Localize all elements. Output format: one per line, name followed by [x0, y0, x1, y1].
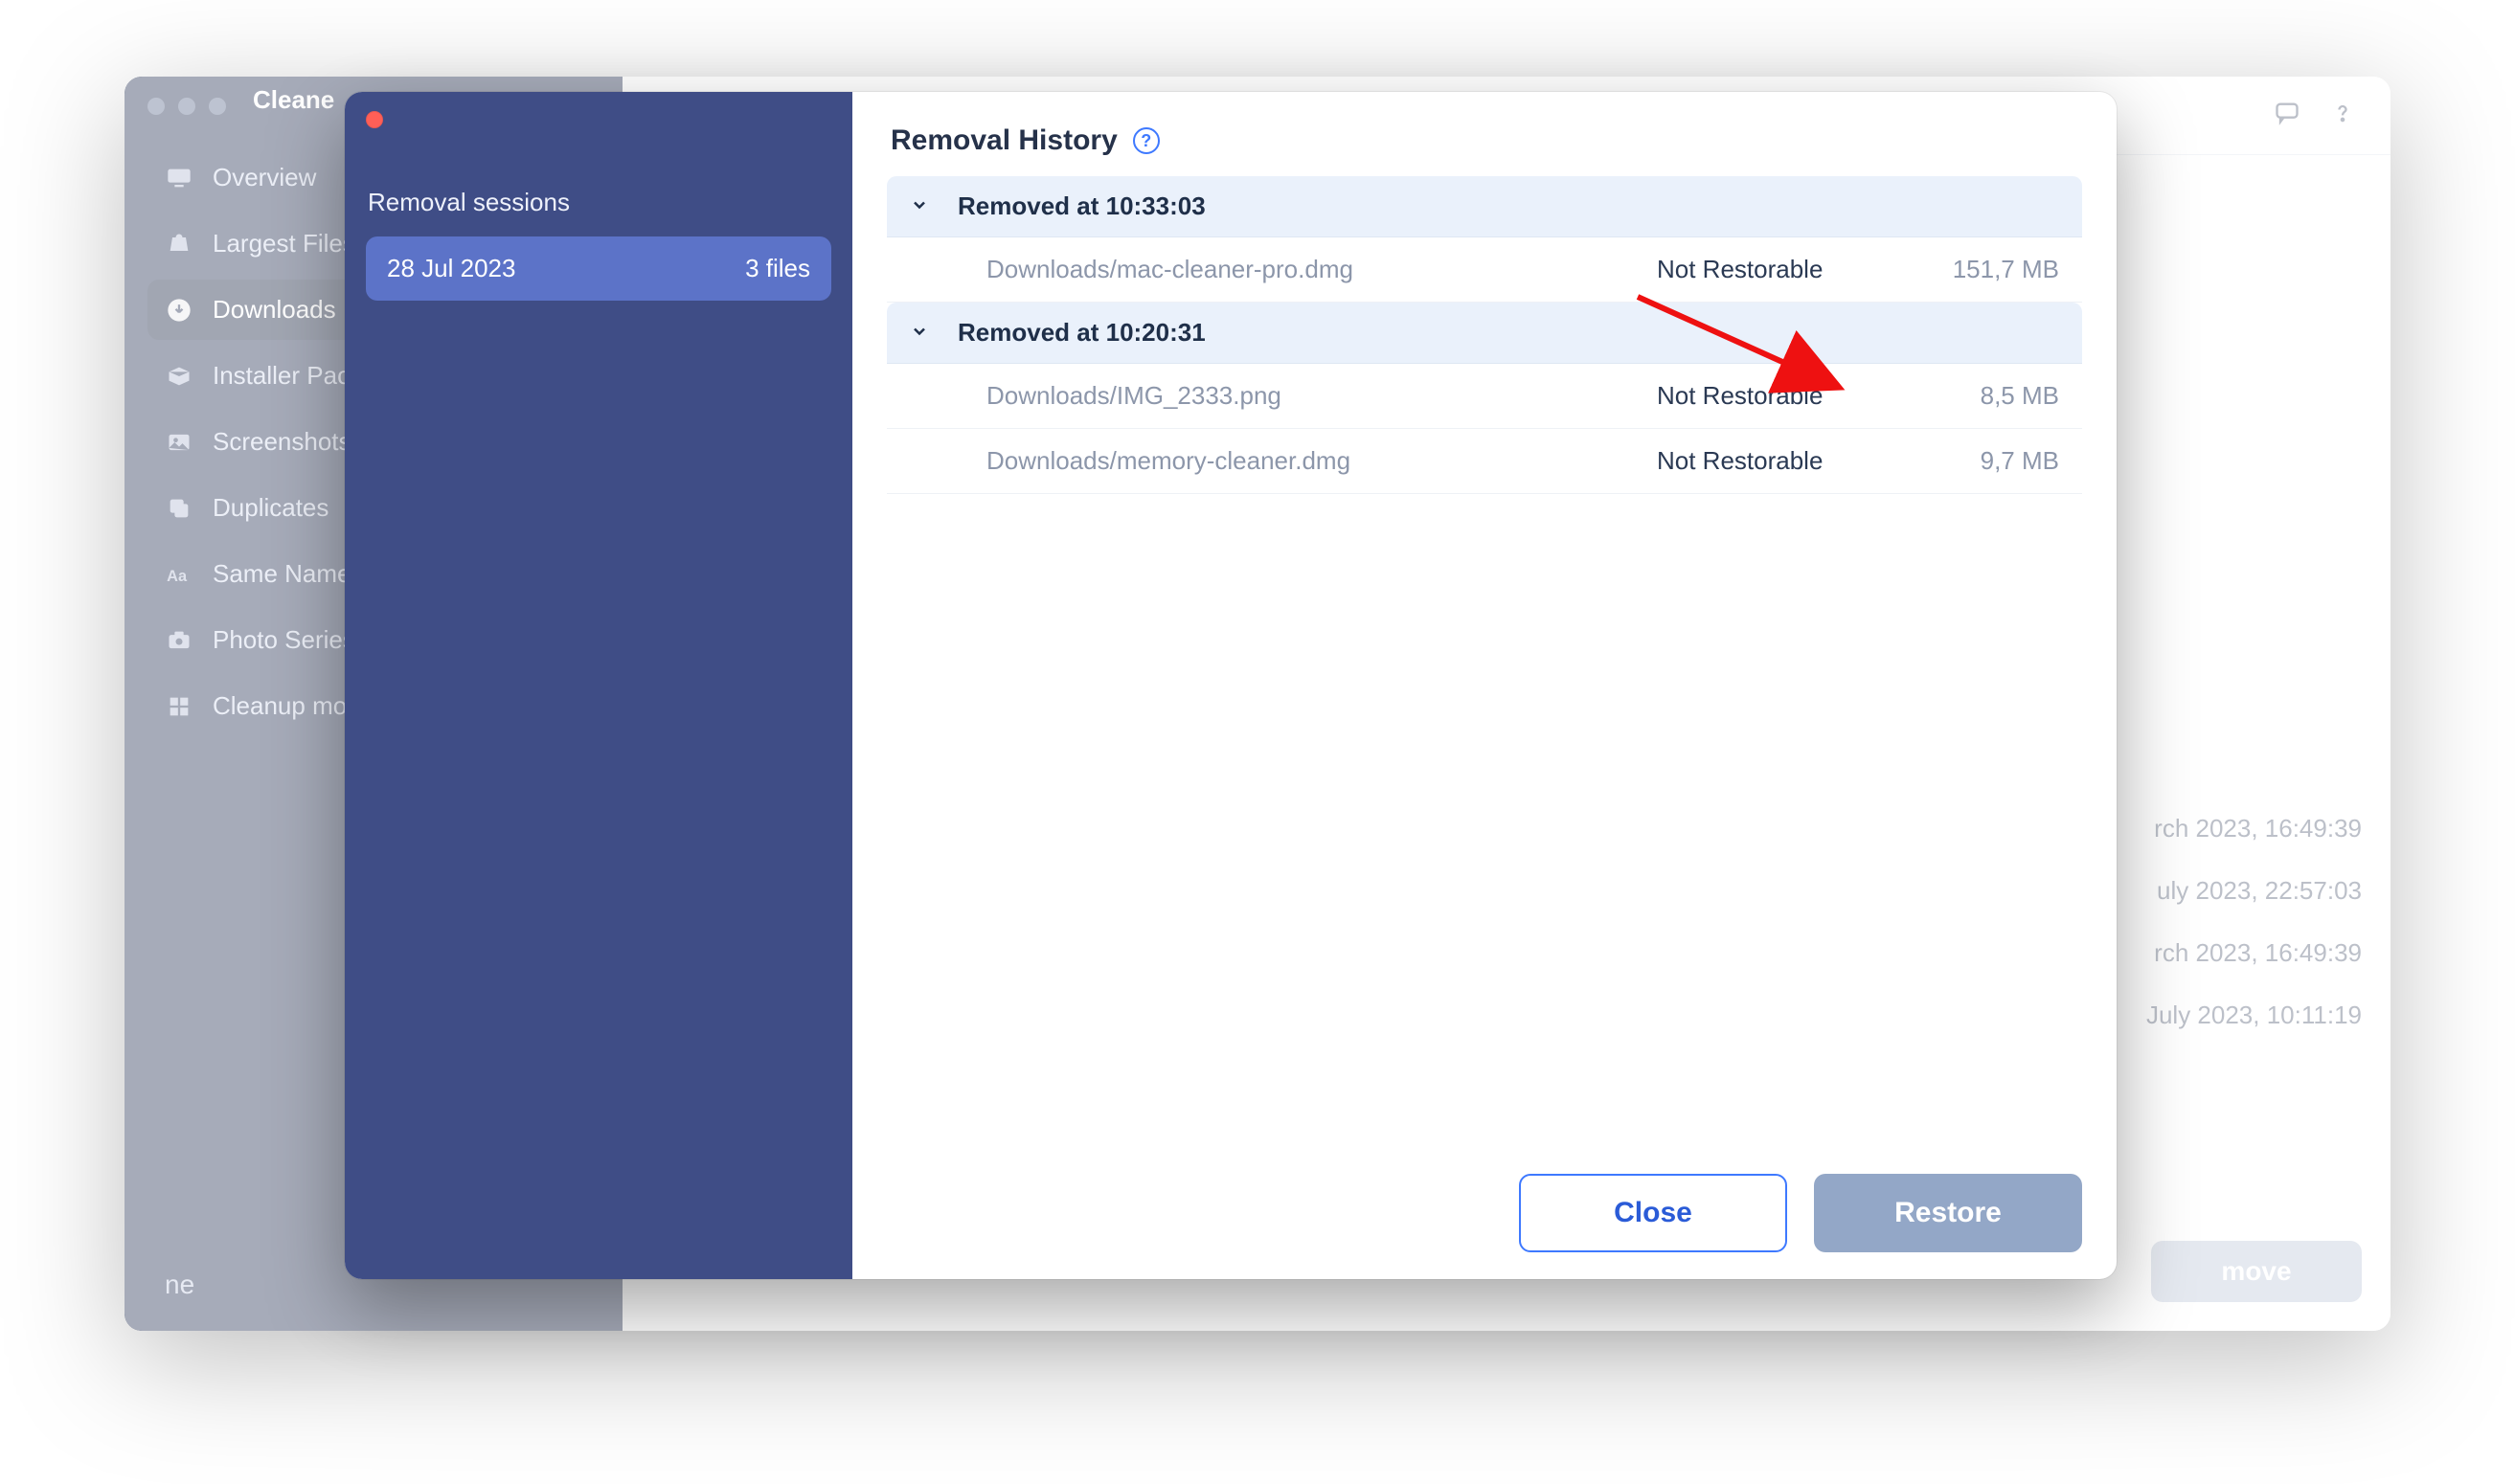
- image-icon: [165, 428, 193, 457]
- timestamp: July 2023, 10:11:19: [2146, 1001, 2362, 1030]
- download-icon: [165, 296, 193, 325]
- timestamp: rch 2023, 16:49:39: [2154, 814, 2362, 843]
- removal-history-modal: Removal sessions 28 Jul 2023 3 files Rem…: [345, 92, 2117, 1279]
- sidebar-item-label: Downloads: [213, 295, 336, 325]
- file-size: 151,7 MB: [1906, 255, 2059, 284]
- timestamp: rch 2023, 16:49:39: [2154, 938, 2362, 968]
- traffic-max-icon[interactable]: [209, 98, 226, 115]
- grid-icon: [165, 692, 193, 721]
- sidebar-item-label: Largest Files: [213, 229, 355, 259]
- restore-button[interactable]: Restore: [1814, 1174, 2082, 1252]
- group-label: Removed at 10:20:31: [958, 318, 1206, 348]
- removal-row[interactable]: Downloads/memory-cleaner.dmg Not Restora…: [887, 429, 2082, 494]
- remove-label: move: [2221, 1256, 2291, 1287]
- remove-button[interactable]: move: [2151, 1241, 2362, 1302]
- removal-row[interactable]: Downloads/mac-cleaner-pro.dmg Not Restor…: [887, 237, 2082, 303]
- camera-icon: [165, 626, 193, 655]
- help-icon[interactable]: [2329, 100, 2356, 131]
- file-path: Downloads/memory-cleaner.dmg: [986, 446, 1657, 476]
- modal-sidebar: Removal sessions 28 Jul 2023 3 files: [345, 92, 852, 1279]
- sidebar-item-label: Same Name: [213, 559, 351, 589]
- close-label: Close: [1614, 1197, 1692, 1229]
- chevron-down-icon: [910, 318, 929, 348]
- sidebar-item-label: Photo Series: [213, 625, 355, 655]
- close-icon[interactable]: [366, 111, 383, 128]
- back-file-timestamps: rch 2023, 16:49:39 uly 2023, 22:57:03 rc…: [2146, 814, 2362, 1030]
- weight-icon: [165, 230, 193, 259]
- removal-row[interactable]: Downloads/IMG_2333.png Not Restorable 8,…: [887, 364, 2082, 429]
- modal-header: Removal History ?: [852, 92, 2117, 176]
- removal-group-header[interactable]: Removed at 10:20:31: [887, 303, 2082, 364]
- sidebar-item-label: Screenshots: [213, 427, 351, 457]
- traffic-close-icon[interactable]: [147, 98, 165, 115]
- removal-list: Removed at 10:33:03 Downloads/mac-cleane…: [852, 176, 2117, 1151]
- removal-group-header[interactable]: Removed at 10:33:03: [887, 176, 2082, 237]
- sessions-heading: Removal sessions: [368, 188, 829, 217]
- text-icon: Aa: [165, 560, 193, 589]
- chevron-down-icon: [910, 191, 929, 221]
- svg-text:Aa: Aa: [167, 568, 188, 585]
- sidebar-item-label: Cleanup mo: [213, 691, 347, 721]
- file-status: Not Restorable: [1657, 446, 1906, 476]
- monitor-icon: [165, 164, 193, 192]
- sidebar-item-label: Duplicates: [213, 493, 329, 523]
- file-path: Downloads/mac-cleaner-pro.dmg: [986, 255, 1657, 284]
- modal-title: Removal History: [891, 124, 1118, 157]
- session-date: 28 Jul 2023: [387, 254, 515, 283]
- window-traffic-lights[interactable]: [147, 98, 226, 115]
- file-size: 8,5 MB: [1906, 381, 2059, 411]
- session-count: 3 files: [745, 254, 810, 283]
- file-status: Not Restorable: [1657, 381, 1906, 411]
- feedback-icon[interactable]: [2274, 100, 2300, 131]
- timestamp: uly 2023, 22:57:03: [2157, 876, 2362, 906]
- question-icon[interactable]: ?: [1133, 127, 1160, 154]
- group-label: Removed at 10:33:03: [958, 191, 1206, 221]
- file-path: Downloads/IMG_2333.png: [986, 381, 1657, 411]
- sidebar-item-label: Installer Pack: [213, 361, 362, 391]
- sidebar-item-label: Overview: [213, 163, 316, 192]
- restore-label: Restore: [1894, 1197, 2002, 1229]
- session-item[interactable]: 28 Jul 2023 3 files: [366, 236, 831, 301]
- close-button[interactable]: Close: [1519, 1174, 1787, 1252]
- copy-icon: [165, 494, 193, 523]
- file-status: Not Restorable: [1657, 255, 1906, 284]
- file-size: 9,7 MB: [1906, 446, 2059, 476]
- app-title: Cleane: [253, 85, 334, 115]
- modal-main: Removal History ? Removed at 10:33:03 Do…: [852, 92, 2117, 1279]
- modal-actions: Close Restore: [852, 1151, 2117, 1279]
- traffic-min-icon[interactable]: [178, 98, 195, 115]
- package-icon: [165, 362, 193, 391]
